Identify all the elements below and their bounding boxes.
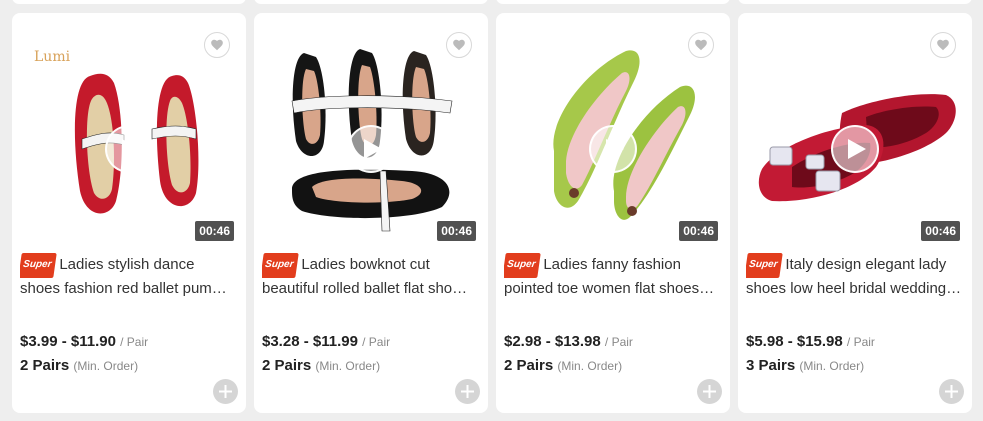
price-unit: / Pair — [120, 335, 149, 349]
previous-row-card — [738, 0, 972, 4]
title-line2: shoes fashion red ballet pum… — [20, 280, 227, 297]
price-range: $5.98 - $15.98 / Pair — [746, 333, 875, 350]
product-card[interactable]: 00:46 Super Ladies fanny fashion pointed … — [496, 13, 730, 413]
price-value: $2.98 - $13.98 — [504, 333, 601, 350]
product-title[interactable]: Super Ladies stylish dance shoes fashion … — [20, 253, 238, 297]
price-value: $3.28 - $11.99 — [262, 333, 358, 350]
price-unit: / Pair — [362, 335, 391, 349]
title-line2: pointed toe women flat shoes… — [504, 280, 715, 297]
title-line1: Ladies stylish dance — [59, 256, 195, 273]
moq-note: (Min. Order) — [799, 359, 865, 373]
add-plus-icon[interactable] — [939, 379, 964, 404]
video-duration: 00:46 — [195, 221, 234, 241]
price-unit: / Pair — [846, 335, 875, 349]
super-badge: Super — [746, 253, 784, 278]
price-unit: / Pair — [604, 335, 633, 349]
title-line1: Ladies fanny fashion — [543, 256, 681, 273]
moq-value: 2 Pairs — [20, 357, 70, 374]
moq-value: 3 Pairs — [746, 357, 796, 374]
favorite-heart-icon[interactable] — [204, 32, 230, 58]
price-range: $3.99 - $11.90 / Pair — [20, 333, 148, 350]
product-title[interactable]: Super Ladies fanny fashion pointed toe wo… — [504, 253, 722, 297]
min-order: 2 Pairs (Min. Order) — [20, 357, 138, 374]
brand-logo: Lumi — [34, 49, 71, 65]
product-card[interactable]: Lumi 00:46 Super Ladies stylish dance sho… — [12, 13, 246, 413]
title-line2: beautiful rolled ballet flat sho… — [262, 280, 468, 297]
price-value: $5.98 - $15.98 — [746, 333, 843, 350]
moq-note: (Min. Order) — [557, 359, 623, 373]
play-video-icon[interactable] — [589, 125, 637, 173]
product-card[interactable]: 00:46 Super Italy design elegant lady sho… — [738, 13, 972, 413]
product-image[interactable]: 00:46 — [504, 21, 722, 245]
super-badge: Super — [20, 253, 58, 278]
add-plus-icon[interactable] — [213, 379, 238, 404]
play-video-icon[interactable] — [831, 125, 879, 173]
title-line1: Italy design elegant lady — [785, 256, 947, 273]
price-range: $3.28 - $11.99 / Pair — [262, 333, 390, 350]
product-image[interactable]: 00:46 — [262, 21, 480, 245]
product-card[interactable]: 00:46 Super Ladies bowknot cut beautiful … — [254, 13, 488, 413]
title-line2: shoes low heel bridal wedding… — [746, 280, 962, 297]
price-range: $2.98 - $13.98 / Pair — [504, 333, 633, 350]
price-value: $3.99 - $11.90 — [20, 333, 116, 350]
moq-note: (Min. Order) — [315, 359, 381, 373]
previous-row-card — [12, 0, 246, 4]
video-duration: 00:46 — [921, 221, 960, 241]
product-image[interactable]: 00:46 — [746, 21, 964, 245]
min-order: 2 Pairs (Min. Order) — [504, 357, 622, 374]
favorite-heart-icon[interactable] — [688, 32, 714, 58]
moq-note: (Min. Order) — [73, 359, 139, 373]
play-video-icon[interactable] — [105, 125, 153, 173]
moq-value: 2 Pairs — [504, 357, 554, 374]
product-image[interactable]: Lumi 00:46 — [20, 21, 238, 245]
title-line1: Ladies bowknot cut — [301, 256, 430, 273]
play-video-icon[interactable] — [347, 125, 395, 173]
previous-row-card — [496, 0, 730, 4]
min-order: 2 Pairs (Min. Order) — [262, 357, 380, 374]
video-duration: 00:46 — [679, 221, 718, 241]
previous-row-card — [254, 0, 488, 4]
add-plus-icon[interactable] — [455, 379, 480, 404]
min-order: 3 Pairs (Min. Order) — [746, 357, 864, 374]
super-badge: Super — [504, 253, 542, 278]
favorite-heart-icon[interactable] — [446, 32, 472, 58]
product-title[interactable]: Super Italy design elegant lady shoes low… — [746, 253, 964, 297]
video-duration: 00:46 — [437, 221, 476, 241]
super-badge: Super — [262, 253, 300, 278]
add-plus-icon[interactable] — [697, 379, 722, 404]
product-title[interactable]: Super Ladies bowknot cut beautiful rolled… — [262, 253, 480, 297]
favorite-heart-icon[interactable] — [930, 32, 956, 58]
moq-value: 2 Pairs — [262, 357, 312, 374]
